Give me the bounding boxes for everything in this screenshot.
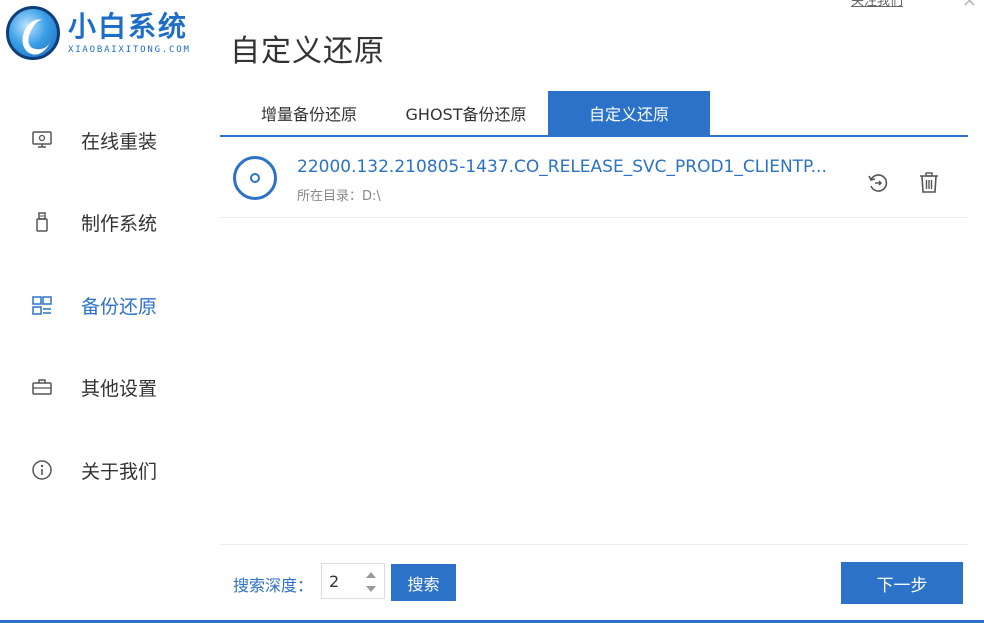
sidebar-item-label: 备份还原 [81,295,158,318]
list-item[interactable]: 22000.132.210805-1437.CO_RELEASE_SVC_PRO… [220,140,968,218]
tab-bar: 增量备份还原 GHOST备份还原 自定义还原 [220,91,968,137]
logo-title: 小白系统 [68,10,189,43]
monitor-icon [30,128,54,152]
page-title: 自定义还原 [230,34,385,69]
sidebar-item-backup-restore[interactable]: 备份还原 [0,285,215,325]
backup-icon [30,293,54,317]
decrement-icon[interactable] [365,585,377,593]
app-logo: 小白系统 XIAOBAIXITONG.COM [6,6,191,60]
restore-icon[interactable] [865,170,891,196]
next-step-button[interactable]: 下一步 [841,562,963,604]
app-window: 小白系统 XIAOBAIXITONG.COM 自定义还原 关注我们 ✕ 在线重装… [0,0,984,623]
sidebar-item-label: 在线重装 [81,130,158,153]
tab-ghost-backup-restore[interactable]: GHOST备份还原 [386,91,546,135]
top-link[interactable]: 关注我们 [851,0,903,9]
divider [220,544,968,545]
sidebar-item-label: 关于我们 [81,460,158,483]
sidebar-item-about-us[interactable]: 关于我们 [0,450,215,490]
search-depth-value: 2 [329,572,340,591]
trash-icon[interactable] [916,170,942,196]
search-button[interactable]: 搜索 [391,564,456,601]
sidebar-item-online-reinstall[interactable]: 在线重装 [0,120,215,160]
logo-subtitle: XIAOBAIXITONG.COM [68,45,191,55]
disc-icon [233,156,277,200]
sidebar-item-other-settings[interactable]: 其他设置 [0,367,215,407]
tab-custom-restore[interactable]: 自定义还原 [548,91,710,135]
increment-icon[interactable] [365,571,377,579]
sidebar-item-label: 制作系统 [81,212,158,235]
close-icon[interactable]: ✕ [962,0,977,12]
usb-drive-icon [30,210,54,234]
search-depth-label: 搜索深度： [233,576,314,595]
file-name: 22000.132.210805-1437.CO_RELEASE_SVC_PRO… [297,157,827,177]
tab-incremental-backup-restore[interactable]: 增量备份还原 [234,91,384,135]
info-icon [30,458,54,482]
logo-icon [6,6,60,60]
sidebar-item-make-system[interactable]: 制作系统 [0,202,215,242]
sidebar-item-label: 其他设置 [81,377,158,400]
briefcase-icon [30,375,54,399]
search-depth-stepper[interactable]: 2 [321,563,385,599]
file-directory: 所在目录：D:\ [297,189,381,204]
